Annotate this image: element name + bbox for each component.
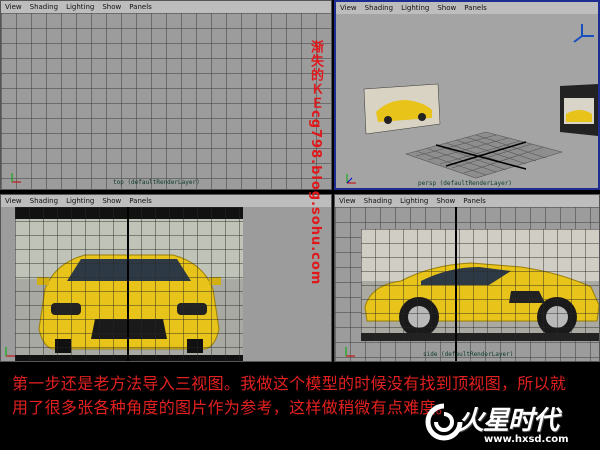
menu-shading[interactable]: Shading	[30, 1, 58, 13]
watermark-text: 渐失的ＫＥcg798.blog.sohu.com	[308, 40, 323, 286]
viewport-menubar: View Shading Lighting Show Panels	[335, 195, 599, 207]
side-vertical-axis	[455, 207, 457, 361]
side-reference-image	[361, 229, 599, 341]
menu-view[interactable]: View	[340, 2, 357, 14]
axis-icon	[11, 173, 21, 183]
menu-show[interactable]: Show	[437, 2, 456, 14]
front-vertical-axis	[127, 207, 129, 361]
logo-url: www.hxsd.com	[484, 434, 569, 445]
menu-show[interactable]: Show	[102, 195, 121, 207]
viewport-label: side (defaultRenderLayer)	[423, 351, 514, 358]
top-grid	[1, 13, 331, 189]
menu-lighting[interactable]: Lighting	[66, 195, 94, 207]
viewport-top[interactable]: View Shading Lighting Show Panels top (d…	[0, 0, 332, 190]
menu-lighting[interactable]: Lighting	[401, 2, 429, 14]
menu-lighting[interactable]: Lighting	[400, 195, 428, 207]
menu-panels[interactable]: Panels	[464, 2, 487, 14]
menu-lighting[interactable]: Lighting	[66, 1, 94, 13]
menu-panels[interactable]: Panels	[463, 195, 486, 207]
menu-view[interactable]: View	[5, 1, 22, 13]
axis-icon	[5, 347, 15, 357]
axis-icon	[346, 174, 356, 184]
menu-panels[interactable]: Panels	[129, 1, 152, 13]
hxsd-logo: 火星时代 www.hxsd.com	[424, 400, 594, 448]
viewport-label: top (defaultRenderLayer)	[113, 179, 200, 186]
menu-panels[interactable]: Panels	[129, 195, 152, 207]
front-reference-image	[15, 207, 243, 361]
menu-shading[interactable]: Shading	[30, 195, 58, 207]
perspective-scene	[363, 24, 598, 179]
viewport-front[interactable]: View Shading Lighting Show Panels	[0, 194, 332, 362]
viewport-menubar: View Shading Lighting Show Panels	[1, 1, 331, 13]
menu-view[interactable]: View	[5, 195, 22, 207]
menu-shading[interactable]: Shading	[365, 2, 393, 14]
logo-name: 火星时代	[458, 406, 559, 436]
viewport-persp[interactable]: View Shading Lighting Show Panels persp …	[334, 0, 600, 190]
viewport-menubar: View Shading Lighting Show Panels	[336, 2, 598, 14]
menu-shading[interactable]: Shading	[364, 195, 392, 207]
menu-show[interactable]: Show	[436, 195, 455, 207]
viewport-label: persp (defaultRenderLayer)	[418, 180, 512, 187]
viewport-side[interactable]: View Shading Lighting Show Panels side (…	[334, 194, 600, 362]
menu-show[interactable]: Show	[102, 1, 121, 13]
view-axis-indicator	[573, 24, 594, 43]
axis-icon	[345, 347, 355, 357]
viewport-menubar: View Shading Lighting Show Panels	[1, 195, 331, 207]
menu-view[interactable]: View	[339, 195, 356, 207]
